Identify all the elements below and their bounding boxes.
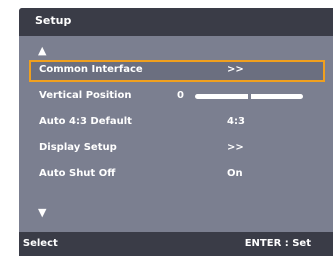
setup-menu-panel: Setup ▲ Common Interface >> Vertical Pos… bbox=[0, 8, 333, 256]
menu-item-value: 4:3 bbox=[227, 116, 245, 127]
select-hint: ▲▼: Select bbox=[0, 238, 58, 249]
menu-item-value: >> bbox=[227, 64, 244, 75]
menu-item-value: On bbox=[227, 168, 243, 179]
menu-item-label: Auto Shut Off bbox=[39, 168, 116, 179]
menu-item-label: Common Interface bbox=[39, 64, 143, 75]
footer-bar: ▲▼: Select ENTER : Set bbox=[0, 232, 333, 256]
vertical-position-value: 0 bbox=[177, 90, 184, 101]
menu-item-display-setup[interactable]: Display Setup >> bbox=[29, 138, 325, 160]
menu-item-label: Vertical Position bbox=[39, 90, 132, 101]
slider-handle[interactable] bbox=[248, 92, 251, 101]
menu-item-label: Auto 4:3 Default bbox=[39, 116, 132, 127]
menu-item-value: >> bbox=[227, 142, 244, 153]
select-hint-label: : Select bbox=[15, 238, 58, 249]
scroll-up-icon[interactable]: ▲ bbox=[38, 45, 46, 56]
menu-item-vertical-position[interactable]: Vertical Position 0 bbox=[29, 86, 325, 108]
up-down-arrows-icon: ▲▼ bbox=[0, 238, 16, 249]
vertical-position-slider[interactable] bbox=[195, 92, 303, 101]
menu-item-label: Display Setup bbox=[39, 142, 117, 153]
enter-set-hint: ENTER : Set bbox=[244, 238, 311, 249]
menu-title: Setup bbox=[35, 14, 72, 27]
menu-item-common-interface[interactable]: Common Interface >> bbox=[29, 60, 325, 82]
title-bar: Setup bbox=[19, 8, 333, 36]
scroll-down-icon[interactable]: ▼ bbox=[38, 207, 46, 218]
menu-item-auto-shut-off[interactable]: Auto Shut Off On bbox=[29, 164, 325, 186]
menu-item-auto-4-3-default[interactable]: Auto 4:3 Default 4:3 bbox=[29, 112, 325, 134]
